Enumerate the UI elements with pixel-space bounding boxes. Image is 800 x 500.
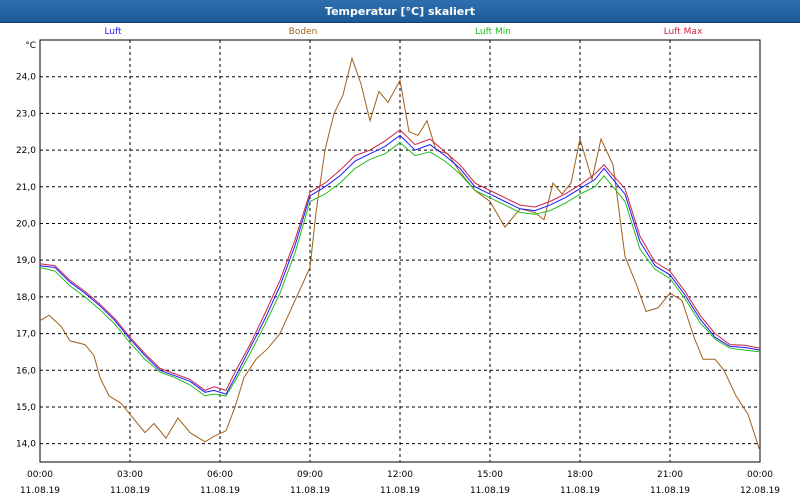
y-tick-label: 15,0 xyxy=(16,403,36,413)
x-tick-time-label: 21:00 xyxy=(657,470,683,480)
y-tick-label: 17,0 xyxy=(16,330,36,340)
y-tick-label: 22,0 xyxy=(16,146,36,156)
x-tick-time-label: 00:00 xyxy=(27,470,53,480)
x-tick-time-label: 00:00 xyxy=(747,470,773,480)
x-tick-time-label: 12:00 xyxy=(387,470,413,480)
x-tick-time-label: 06:00 xyxy=(207,470,233,480)
x-tick-date-label: 11.08.19 xyxy=(650,486,690,496)
x-tick-time-label: 18:00 xyxy=(567,470,593,480)
x-tick-date-label: 11.08.19 xyxy=(110,486,150,496)
legend-entry-luft-min: Luft Min xyxy=(475,27,511,37)
chart-title: Temperatur [°C] skaliert xyxy=(0,0,800,23)
series-line-boden xyxy=(39,56,761,452)
x-tick-date-label: 11.08.19 xyxy=(200,486,240,496)
y-tick-label: 23,0 xyxy=(16,109,36,119)
grid xyxy=(40,40,760,462)
series-lines xyxy=(39,56,761,452)
y-tick-label: 14,0 xyxy=(16,440,36,450)
legend-entry-luft-max: Luft Max xyxy=(664,27,703,37)
x-tick-date-label: 11.08.19 xyxy=(20,486,60,496)
x-tick-time-label: 15:00 xyxy=(477,470,503,480)
legend-entry-luft: Luft xyxy=(104,27,122,37)
y-tick-label: 18,0 xyxy=(16,293,36,303)
y-tick-label: 21,0 xyxy=(16,183,36,193)
x-tick-time-label: 09:00 xyxy=(297,470,323,480)
legend: Luft Boden Luft Min Luft Max xyxy=(104,27,703,37)
y-tick-label: 20,0 xyxy=(16,219,36,229)
y-axis-unit-label: °C xyxy=(25,41,36,51)
y-tick-label: 19,0 xyxy=(16,256,36,266)
x-tick-date-label: 11.08.19 xyxy=(380,486,420,496)
temperature-chart: 14,0 15,0 16,0 17,0 18,0 19,0 20,0 21,0 22,0 23,0… xyxy=(16,27,780,496)
x-tick-date-label: 11.08.19 xyxy=(290,486,330,496)
x-tick-date-label: 11.08.19 xyxy=(560,486,600,496)
x-tick-date-label: 11.08.19 xyxy=(470,486,510,496)
y-tick-label: 24,0 xyxy=(16,73,36,83)
x-tick-date-label: 12.08.19 xyxy=(740,486,780,496)
y-tick-label: 16,0 xyxy=(16,366,36,376)
legend-entry-boden: Boden xyxy=(289,27,318,37)
x-tick-time-label: 03:00 xyxy=(117,470,143,480)
